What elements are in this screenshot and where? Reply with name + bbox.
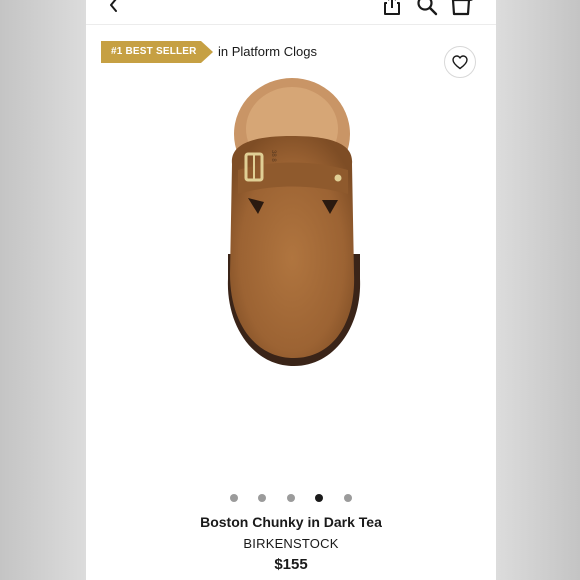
back-icon[interactable] [106, 0, 122, 14]
heart-icon [452, 55, 468, 70]
carousel-dot[interactable] [258, 494, 266, 502]
carousel-dot[interactable] [230, 494, 238, 502]
product-screen: #1 BEST SELLER in Platform Clogs 38 8 Bo… [86, 0, 496, 580]
brand-name[interactable]: BIRKENSTOCK [86, 536, 496, 551]
carousel-dot-active[interactable] [315, 494, 323, 502]
search-icon[interactable] [416, 0, 438, 16]
image-carousel-indicator [86, 494, 496, 504]
product-image[interactable]: 38 8 [212, 74, 372, 374]
svg-text:38 8: 38 8 [270, 150, 276, 162]
product-name: Boston Chunky in Dark Tea [200, 514, 382, 530]
carousel-dot[interactable] [344, 494, 352, 502]
background-right [496, 0, 580, 580]
favorite-button[interactable] [444, 46, 476, 78]
shopping-bag-icon[interactable] [450, 0, 476, 16]
background-left [0, 0, 86, 580]
product-price: $155 [274, 556, 308, 573]
category-label[interactable]: in Platform Clogs [218, 44, 317, 59]
best-seller-label: #1 BEST SELLER [111, 46, 197, 57]
top-navigation-bar [86, 0, 496, 25]
carousel-dot[interactable] [287, 494, 295, 502]
share-icon[interactable] [382, 0, 402, 16]
